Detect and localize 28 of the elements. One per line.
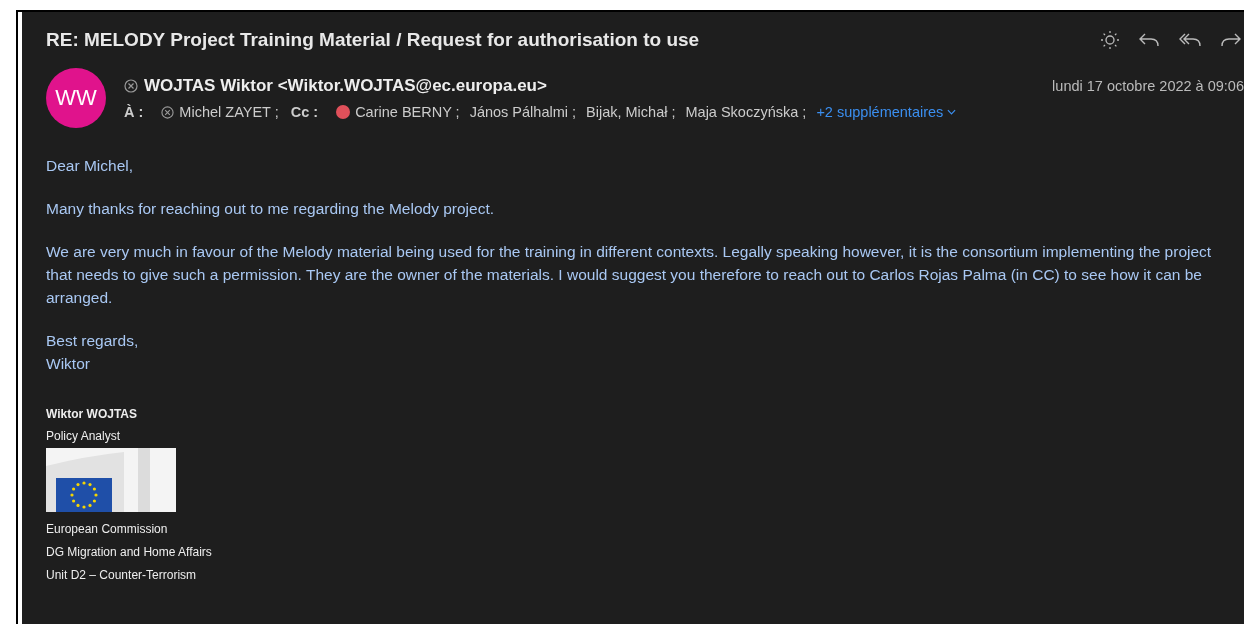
body-paragraph: Dear Michel, xyxy=(46,156,134,176)
blocked-icon xyxy=(161,105,175,119)
brightness-icon[interactable] xyxy=(1100,30,1120,50)
reply-icon[interactable] xyxy=(1138,31,1160,49)
signature-name: Wiktor WOJTAS xyxy=(46,406,138,423)
recipient-name[interactable]: Michel ZAYET ; xyxy=(179,104,279,120)
body-paragraph: Many thanks for reaching out to me regarding the Melody project. xyxy=(46,199,496,219)
signature-line: European Commission xyxy=(46,521,169,538)
signature-line: DG Migration and Home Affairs xyxy=(46,544,213,561)
cc-label: Cc : xyxy=(290,104,319,120)
signature-role: Policy Analyst xyxy=(46,428,122,445)
sender-name: WOJTAS Wiktor <Wiktor.WOJTAS@ec.europa.eu> xyxy=(144,76,547,96)
sender-avatar: WW xyxy=(46,68,106,128)
email-date: lundi 17 octobre 2022 à 09:06 xyxy=(1052,78,1244,94)
recipient-name[interactable]: Carine BERNY ; xyxy=(355,104,460,120)
blocked-icon xyxy=(124,79,138,93)
more-recipients-link[interactable]: +2 supplémentaires xyxy=(816,104,957,120)
body-paragraph: Best regards, Wiktor xyxy=(46,331,140,374)
recipient-name[interactable]: János Pálhalmi ; xyxy=(469,104,577,120)
recipient-name[interactable]: Bijak, Michał ; xyxy=(586,104,676,120)
body-paragraph: We are very much in favour of the Melody material being used for the training in different contexts. Legally speaking however, it is the consortium implementing the project that needs to give such a permission. They are the owner of the materials. I would suggest you therefore to reach out to Carlos Rojas Palma (in CC) to see how it can be arranged. xyxy=(46,242,1213,308)
reply-all-icon[interactable] xyxy=(1178,31,1202,49)
signature-line: Unit D2 – Counter-Terrorism xyxy=(46,567,198,584)
email-subject: RE: MELODY Project Training Material / Request for authorisation to use xyxy=(46,29,700,51)
recipient-name[interactable]: Maja Skoczyńska ; xyxy=(685,104,807,120)
forward-icon[interactable] xyxy=(1220,31,1242,49)
to-label: À : xyxy=(124,104,144,120)
chevron-icon xyxy=(947,109,957,115)
